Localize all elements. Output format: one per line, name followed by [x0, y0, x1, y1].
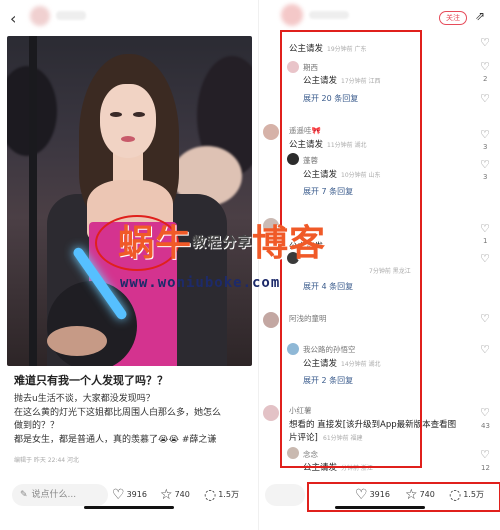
like-count: 43: [481, 422, 490, 430]
author-avatar[interactable]: [281, 4, 303, 26]
like-count: 3916: [126, 490, 147, 499]
avatar[interactable]: [263, 124, 279, 140]
post-body-line: 做到的？？: [14, 421, 60, 431]
author-name-blurred[interactable]: [56, 11, 86, 20]
comment-input[interactable]: ✎ 说点什么...: [12, 484, 108, 506]
eye-shape: [110, 112, 122, 117]
watermark-tail: 博客: [252, 223, 327, 264]
lips-shape: [121, 136, 135, 142]
follow-button[interactable]: 关注: [439, 11, 467, 25]
heart-icon[interactable]: ♡: [480, 406, 490, 419]
comment-count: 1.5万: [218, 490, 239, 499]
share-icon[interactable]: ⇗: [475, 9, 485, 23]
pole-shape: [29, 36, 37, 366]
post-body: 抛去u生活不谈，大家都没发现吗？ 在这么黄的灯光下这姐都比周围人白那么多，她怎么…: [14, 393, 250, 447]
like-count: 3: [483, 143, 488, 151]
author-name-blurred[interactable]: [309, 11, 349, 19]
home-indicator: [84, 506, 174, 509]
author-avatar[interactable]: [30, 6, 50, 26]
heart-icon[interactable]: ♡: [480, 448, 490, 461]
heart-icon: ♡: [112, 487, 125, 503]
back-arrow-icon[interactable]: ‹: [10, 9, 16, 28]
post-meta: 编辑于 昨天 22:44 河北: [14, 457, 80, 464]
watermark-url: www.woniuboke.com: [120, 275, 281, 291]
heart-icon[interactable]: ♡: [480, 92, 490, 105]
comment-bubble-icon: ◌: [204, 487, 217, 503]
heart-icon[interactable]: ♡: [480, 222, 490, 235]
heart-icon[interactable]: ♡: [480, 312, 490, 325]
like-count: 2: [483, 75, 488, 83]
post-photo[interactable]: [7, 36, 252, 366]
comment-button[interactable]: ◌ 1.5万: [204, 486, 239, 504]
comment-input[interactable]: [265, 484, 305, 506]
pen-icon: ✎: [20, 490, 28, 500]
comment-placeholder: 说点什么...: [31, 490, 77, 500]
star-button[interactable]: ☆ 740: [160, 486, 190, 504]
star-icon: ☆: [405, 487, 418, 503]
avatar[interactable]: [263, 405, 279, 421]
star-button[interactable]: ☆ 740: [405, 486, 435, 504]
foreground-head-shape: [47, 326, 107, 356]
post-body-line: 都是女生，都是普通人，真的羡慕了😭😭 #薛之谦: [14, 434, 217, 445]
comment-button[interactable]: ◌ 1.5万: [449, 486, 484, 504]
like-button[interactable]: ♡ 3916: [112, 486, 147, 504]
heart-icon[interactable]: ♡: [480, 128, 490, 141]
home-indicator: [335, 506, 425, 509]
like-button[interactable]: ♡ 3916: [355, 486, 390, 504]
star-count: 740: [419, 490, 435, 499]
watermark-logo: 蜗牛教程分享博客: [118, 214, 326, 266]
post-body-line: 抛去u生活不谈，大家都没发现吗？: [14, 394, 155, 404]
like-count: 3: [483, 173, 488, 181]
heart-icon[interactable]: ♡: [480, 252, 490, 265]
heart-icon: ♡: [355, 487, 368, 503]
post-header: ‹: [0, 0, 257, 34]
comment-count: 1.5万: [463, 490, 484, 499]
star-icon: ☆: [160, 487, 173, 503]
heart-icon[interactable]: ♡: [480, 158, 490, 171]
heart-icon[interactable]: ♡: [480, 60, 490, 73]
watermark-main: 蜗牛: [118, 223, 193, 264]
face-shape: [100, 84, 156, 158]
comments-action-bar: ♡ 3916 ☆ 740 ◌ 1.5万: [259, 478, 500, 514]
eye-shape: [133, 112, 145, 117]
post-body-line: 在这么黄的灯光下这姐都比周围人白那么多，她怎么: [14, 407, 222, 418]
heart-icon[interactable]: ♡: [480, 36, 490, 49]
heart-icon[interactable]: ♡: [480, 343, 490, 356]
watermark-mid: 教程分享: [192, 235, 253, 251]
post-title: 难道只有我一个人发现了吗？？: [14, 374, 168, 387]
screenshot-root: ‹ 难道只有我一个人发现了吗？？ 抛去u生活不谈，大家都没发现吗？ 在这么黄的灯…: [0, 0, 500, 530]
comment-bubble-icon: ◌: [449, 487, 462, 503]
post-action-bar: ✎ 说点什么... ♡ 3916 ☆ 740 ◌ 1.5万: [0, 478, 257, 514]
like-count: 3916: [369, 490, 390, 499]
avatar[interactable]: [263, 312, 279, 328]
star-count: 740: [174, 490, 190, 499]
like-count: 12: [481, 464, 490, 472]
like-count: 1: [483, 237, 488, 245]
